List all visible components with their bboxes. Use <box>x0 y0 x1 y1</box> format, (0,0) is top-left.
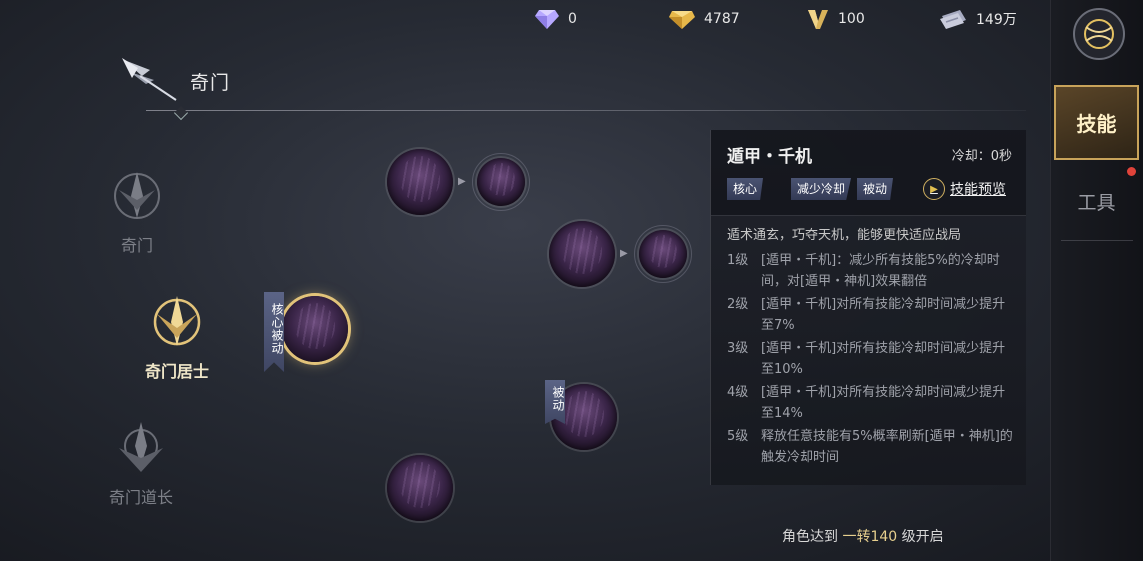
menu-logo-button[interactable] <box>1073 8 1125 60</box>
skill-level-row: 3级 [遁甲・千机]对所有技能冷却时间减少提升至10% <box>727 338 1017 380</box>
skill-cooldown: 冷却：0秒 <box>951 149 1012 164</box>
qimen-emblem-icon <box>114 172 160 219</box>
class-tab-qimen-daozhang-label: 奇门道长 <box>108 488 173 507</box>
play-icon: ▶ <box>923 178 945 200</box>
core-passive-tag: 核心被动 <box>264 292 284 372</box>
class-tab-qimen[interactable]: 奇门 <box>82 166 192 256</box>
currency-v-value: 100 <box>838 11 865 27</box>
currency-gold-value: 4787 <box>704 11 740 27</box>
skill-detail-header: 遁甲・千机 冷却：0秒 核心 减少冷却 被动 ▶ 技能预览 <box>711 130 1026 216</box>
sidebar-divider <box>1061 240 1133 241</box>
skill-level-row: 5级 释放任意技能有5%概率刷新[遁甲・神机]的触发冷却时间 <box>727 426 1017 468</box>
skill-level-row: 2级 [遁甲・千机]对所有技能冷却时间减少提升至7% <box>727 294 1017 336</box>
notification-dot <box>1127 167 1136 176</box>
page-title: 奇门 <box>190 72 231 94</box>
game-screen: 0 4787 100 149万 奇门 奇门 奇门居士 奇门道长 ▶ ▶ 核心被动… <box>0 0 1143 561</box>
currency-silver-value: 149万 <box>976 12 1017 28</box>
tab-skills[interactable]: 技能 <box>1054 85 1139 160</box>
class-tab-qimen-label: 奇门 <box>120 236 153 255</box>
v-points-icon <box>808 10 828 29</box>
class-tab-qimen-jushi-label: 奇门居士 <box>144 362 209 381</box>
arrow-right-icon: ▶ <box>458 176 466 187</box>
skill-preview-label: 技能预览 <box>950 182 1006 198</box>
skill-node[interactable] <box>387 455 453 521</box>
gold-ingot-icon <box>669 11 695 29</box>
skill-node[interactable] <box>639 230 687 278</box>
unlock-hint: 角色达到 一转140 级开启 <box>782 526 944 546</box>
level-text: [遁甲・千机]对所有技能冷却时间减少提升至14% <box>761 385 1006 421</box>
skill-tag-cd-reduction: 减少冷却 <box>791 178 852 200</box>
diamond-icon <box>535 10 559 29</box>
skill-name: 遁甲・千机 <box>727 147 812 167</box>
unlock-suffix: 级开启 <box>901 529 944 545</box>
level-label: 3级 <box>727 341 749 356</box>
tab-tools[interactable]: 工具 <box>1054 176 1139 226</box>
currency-gold[interactable]: 4787 <box>668 6 740 32</box>
passive-tag: 被动 <box>545 380 565 424</box>
currency-diamond-value: 0 <box>568 11 577 27</box>
header-divider <box>146 110 1026 111</box>
level-label: 4级 <box>727 385 749 400</box>
crossed-emblem-icon <box>1084 19 1114 49</box>
level-text: [遁甲・千机]对所有技能冷却时间减少提升至10% <box>761 341 1006 377</box>
qimen-daozhang-emblem-icon <box>119 422 163 472</box>
skill-level-row: 1级 [遁甲・千机]：减少所有技能5%的冷却时间，对[遁甲・神机]效果翻倍 <box>727 250 1017 292</box>
unlock-highlight: 一转140 <box>842 529 898 545</box>
skill-node[interactable] <box>387 149 453 215</box>
unlock-prefix: 角色达到 <box>782 529 838 545</box>
level-text: [遁甲・千机]对所有技能冷却时间减少提升至7% <box>761 297 1006 333</box>
currency-silver[interactable]: 149万 <box>938 6 1017 32</box>
skill-tag-passive: 被动 <box>857 178 894 200</box>
skill-detail-panel: 遁甲・千机 冷却：0秒 核心 减少冷却 被动 ▶ 技能预览 遁术通玄，巧夺天机，… <box>710 130 1026 485</box>
silver-ticket-icon <box>940 10 966 29</box>
skill-node[interactable] <box>549 221 615 287</box>
level-label: 2级 <box>727 297 749 312</box>
level-text: 释放任意技能有5%概率刷新[遁甲・神机]的触发冷却时间 <box>761 429 1013 465</box>
tab-tools-label: 工具 <box>1077 191 1116 214</box>
class-tab-qimen-daozhang[interactable]: 奇门道长 <box>86 418 196 508</box>
skill-node-selected[interactable] <box>282 296 348 362</box>
currency-diamond[interactable]: 0 <box>534 6 577 32</box>
level-label: 5级 <box>727 429 749 444</box>
qimen-jushi-emblem-icon <box>153 296 201 346</box>
skill-preview-button[interactable]: ▶ 技能预览 <box>923 178 1006 200</box>
class-tab-qimen-jushi[interactable]: 奇门居士 <box>122 292 232 382</box>
arrow-right-icon: ▶ <box>620 248 628 259</box>
level-text: [遁甲・千机]：减少所有技能5%的冷却时间，对[遁甲・神机]效果翻倍 <box>761 253 1000 289</box>
skill-tag-core: 核心 <box>727 178 764 200</box>
skill-node[interactable] <box>477 158 525 206</box>
skill-level-row: 4级 [遁甲・千机]对所有技能冷却时间减少提升至14% <box>727 382 1017 424</box>
right-sidebar: 技能 工具 <box>1050 0 1143 561</box>
tab-skills-label: 技能 <box>1076 112 1117 136</box>
header-notch <box>173 105 189 121</box>
level-label: 1级 <box>727 253 749 268</box>
skill-description: 遁术通玄，巧夺天机，能够更快适应战局 <box>727 228 962 243</box>
currency-v[interactable]: 100 <box>806 6 865 32</box>
spear-emblem-icon <box>122 58 177 101</box>
